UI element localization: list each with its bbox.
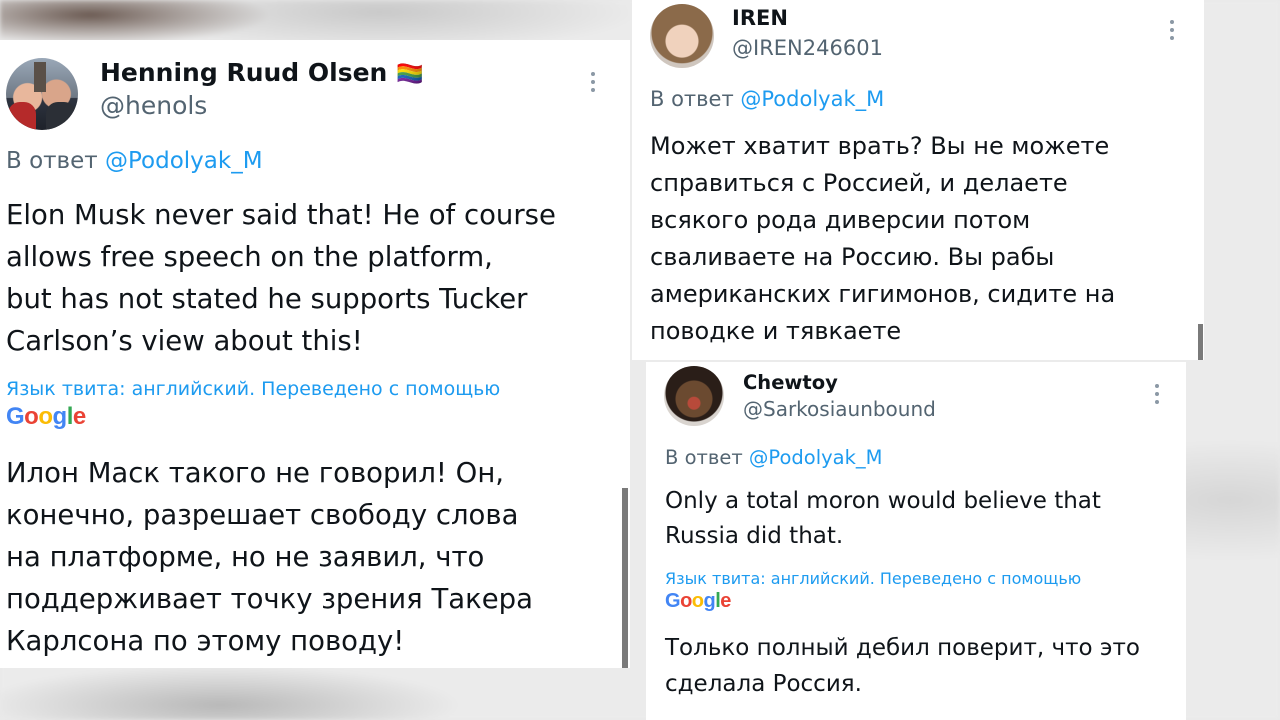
avatar[interactable] xyxy=(6,58,78,130)
author-name[interactable]: IREN xyxy=(732,6,788,30)
more-options-icon[interactable] xyxy=(590,72,596,92)
tweet-iren[interactable]: IREN @IREN246601 В ответ @Podolyak_M Мож… xyxy=(632,0,1204,360)
reply-prefix: В ответ xyxy=(6,148,98,174)
tweet-body: Only a total moron would believe that Ru… xyxy=(665,488,1101,549)
author-name[interactable]: Henning Ruud Olsen 🏳️‍🌈 xyxy=(100,58,423,87)
author-handle[interactable]: @henols xyxy=(100,91,207,120)
translated-by-label[interactable]: Язык твита: английский. Переведено с пом… xyxy=(6,378,500,400)
reply-mention-link[interactable]: @Podolyak_M xyxy=(740,87,884,111)
tweet-chewtoy[interactable]: Chewtoy @Sarkosiaunbound В ответ @Podoly… xyxy=(646,362,1186,720)
avatar-building xyxy=(34,62,46,92)
author-handle[interactable]: @IREN246601 xyxy=(732,36,883,60)
rainbow-flag-icon: 🏳️‍🌈 xyxy=(396,62,424,87)
scrollbar[interactable] xyxy=(622,488,628,668)
author-handle[interactable]: @Sarkosiaunbound xyxy=(743,397,936,421)
google-logo: Google xyxy=(665,590,731,612)
reply-mention-link[interactable]: @Podolyak_M xyxy=(105,148,263,174)
tweet-body: Elon Musk never said that! He of course … xyxy=(6,199,556,357)
scrollbar[interactable] xyxy=(1198,324,1203,360)
google-logo: Google xyxy=(6,403,86,430)
reply-prefix: В ответ xyxy=(665,446,743,469)
reply-context: В ответ @Podolyak_M xyxy=(650,87,884,111)
tweet-translation: Илон Маск такого не говорил! Он, конечно… xyxy=(6,457,533,657)
reply-context: В ответ @Podolyak_M xyxy=(6,148,263,174)
author-name-text: Henning Ruud Olsen xyxy=(100,58,388,87)
avatar[interactable] xyxy=(664,366,724,426)
avatar[interactable] xyxy=(650,4,714,68)
more-options-icon[interactable] xyxy=(1169,20,1175,40)
avatar-person-left xyxy=(8,102,36,130)
avatar-person-right xyxy=(46,102,76,130)
reply-context: В ответ @Podolyak_M xyxy=(665,446,883,469)
reply-prefix: В ответ xyxy=(650,87,734,111)
tweet-henning[interactable]: Henning Ruud Olsen 🏳️‍🌈 @henols В ответ … xyxy=(0,40,630,668)
translated-by-label[interactable]: Язык твита: английский. Переведено с пом… xyxy=(665,569,1081,588)
author-name[interactable]: Chewtoy xyxy=(743,371,838,394)
tweet-translation: Только полный дебил поверит, что это сде… xyxy=(665,635,1140,697)
more-options-icon[interactable] xyxy=(1154,384,1160,404)
tweet-body: Может хватит врать? Вы не можете справит… xyxy=(650,132,1116,345)
reply-mention-link[interactable]: @Podolyak_M xyxy=(749,446,883,469)
